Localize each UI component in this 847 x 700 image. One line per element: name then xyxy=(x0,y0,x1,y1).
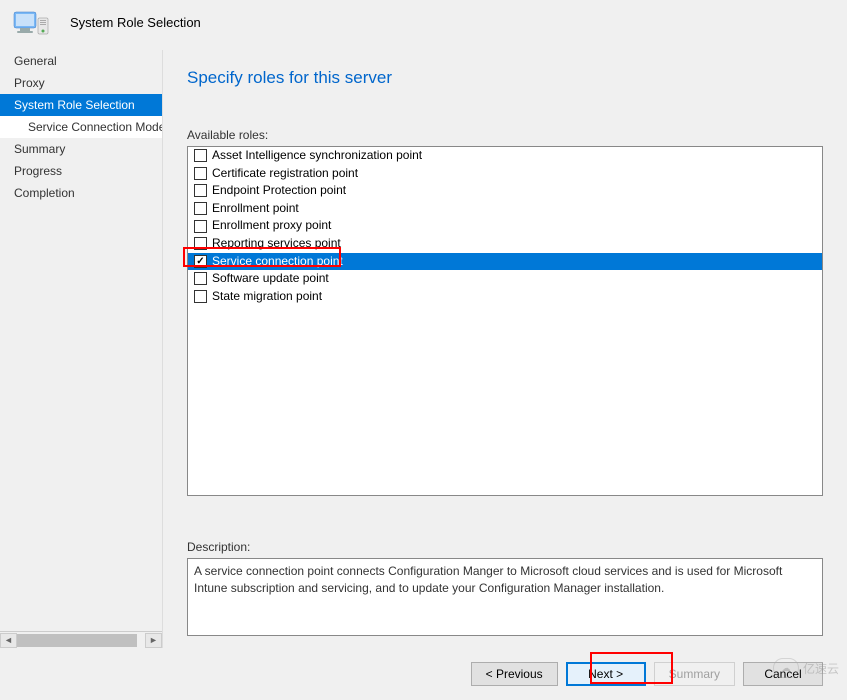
server-icon xyxy=(12,6,52,38)
role-checkbox[interactable] xyxy=(194,220,207,233)
role-label: Enrollment proxy point xyxy=(212,218,331,234)
scroll-thumb[interactable] xyxy=(17,634,137,647)
sidebar-item-general[interactable]: General xyxy=(0,50,162,72)
watermark: ☁ 亿速云 xyxy=(773,658,839,678)
sidebar-item-system-role-selection[interactable]: System Role Selection xyxy=(0,94,162,116)
wizard-button-bar: < Previous Next > Summary Cancel xyxy=(0,648,847,700)
role-checkbox[interactable] xyxy=(194,272,207,285)
role-label: Software update point xyxy=(212,271,329,287)
role-label: Asset Intelligence synchronization point xyxy=(212,148,422,164)
role-item-service-connection[interactable]: Service connection point xyxy=(188,253,822,271)
main-panel: Specify roles for this server Available … xyxy=(163,50,847,648)
role-label: Service connection point xyxy=(212,254,343,270)
wizard-sidebar: General Proxy System Role Selection Serv… xyxy=(0,50,163,648)
role-item-enrollment-proxy[interactable]: Enrollment proxy point xyxy=(188,217,822,235)
sidebar-horizontal-scrollbar[interactable]: ◄ ► xyxy=(0,631,162,648)
next-button[interactable]: Next > xyxy=(566,662,646,686)
role-checkbox[interactable] xyxy=(194,290,207,303)
role-item-endpoint-protection[interactable]: Endpoint Protection point xyxy=(188,182,822,200)
scroll-track[interactable] xyxy=(17,633,145,648)
sidebar-item-summary[interactable]: Summary xyxy=(0,138,162,160)
sidebar-item-service-connection-mode[interactable]: Service Connection Mode xyxy=(0,116,162,138)
roles-section: Available roles: Asset Intelligence sync… xyxy=(187,128,823,520)
description-section: Description: A service connection point … xyxy=(187,540,823,636)
scroll-right-arrow-icon[interactable]: ► xyxy=(145,633,162,648)
role-label: Certificate registration point xyxy=(212,166,358,182)
watermark-cloud-icon: ☁ xyxy=(773,658,799,678)
role-item-enrollment-point[interactable]: Enrollment point xyxy=(188,200,822,218)
sidebar-item-progress[interactable]: Progress xyxy=(0,160,162,182)
available-roles-label: Available roles: xyxy=(187,128,823,142)
role-label: Endpoint Protection point xyxy=(212,183,346,199)
role-item-asset-intelligence[interactable]: Asset Intelligence synchronization point xyxy=(188,147,822,165)
role-label: Enrollment point xyxy=(212,201,299,217)
wizard-window: System Role Selection General Proxy Syst… xyxy=(0,0,847,700)
role-label: State migration point xyxy=(212,289,322,305)
summary-button: Summary xyxy=(654,662,735,686)
sidebar-item-completion[interactable]: Completion xyxy=(0,182,162,204)
role-item-certificate-registration[interactable]: Certificate registration point xyxy=(188,165,822,183)
role-checkbox[interactable] xyxy=(194,149,207,162)
previous-button[interactable]: < Previous xyxy=(471,662,558,686)
role-item-reporting-services[interactable]: Reporting services point xyxy=(188,235,822,253)
role-checkbox[interactable] xyxy=(194,255,207,268)
title-bar: System Role Selection xyxy=(0,0,847,50)
role-checkbox[interactable] xyxy=(194,167,207,180)
window-title: System Role Selection xyxy=(70,15,201,30)
description-text: A service connection point connects Conf… xyxy=(187,558,823,636)
role-checkbox[interactable] xyxy=(194,202,207,215)
role-label: Reporting services point xyxy=(212,236,341,252)
content-area: General Proxy System Role Selection Serv… xyxy=(0,50,847,648)
role-item-state-migration[interactable]: State migration point xyxy=(188,288,822,306)
page-heading: Specify roles for this server xyxy=(187,68,823,88)
role-checkbox[interactable] xyxy=(194,237,207,250)
description-label: Description: xyxy=(187,540,823,554)
role-item-software-update[interactable]: Software update point xyxy=(188,270,822,288)
role-checkbox[interactable] xyxy=(194,184,207,197)
roles-listbox[interactable]: Asset Intelligence synchronization point… xyxy=(187,146,823,496)
sidebar-item-proxy[interactable]: Proxy xyxy=(0,72,162,94)
sidebar-items: General Proxy System Role Selection Serv… xyxy=(0,50,162,631)
watermark-text: 亿速云 xyxy=(803,660,839,677)
scroll-left-arrow-icon[interactable]: ◄ xyxy=(0,633,17,648)
